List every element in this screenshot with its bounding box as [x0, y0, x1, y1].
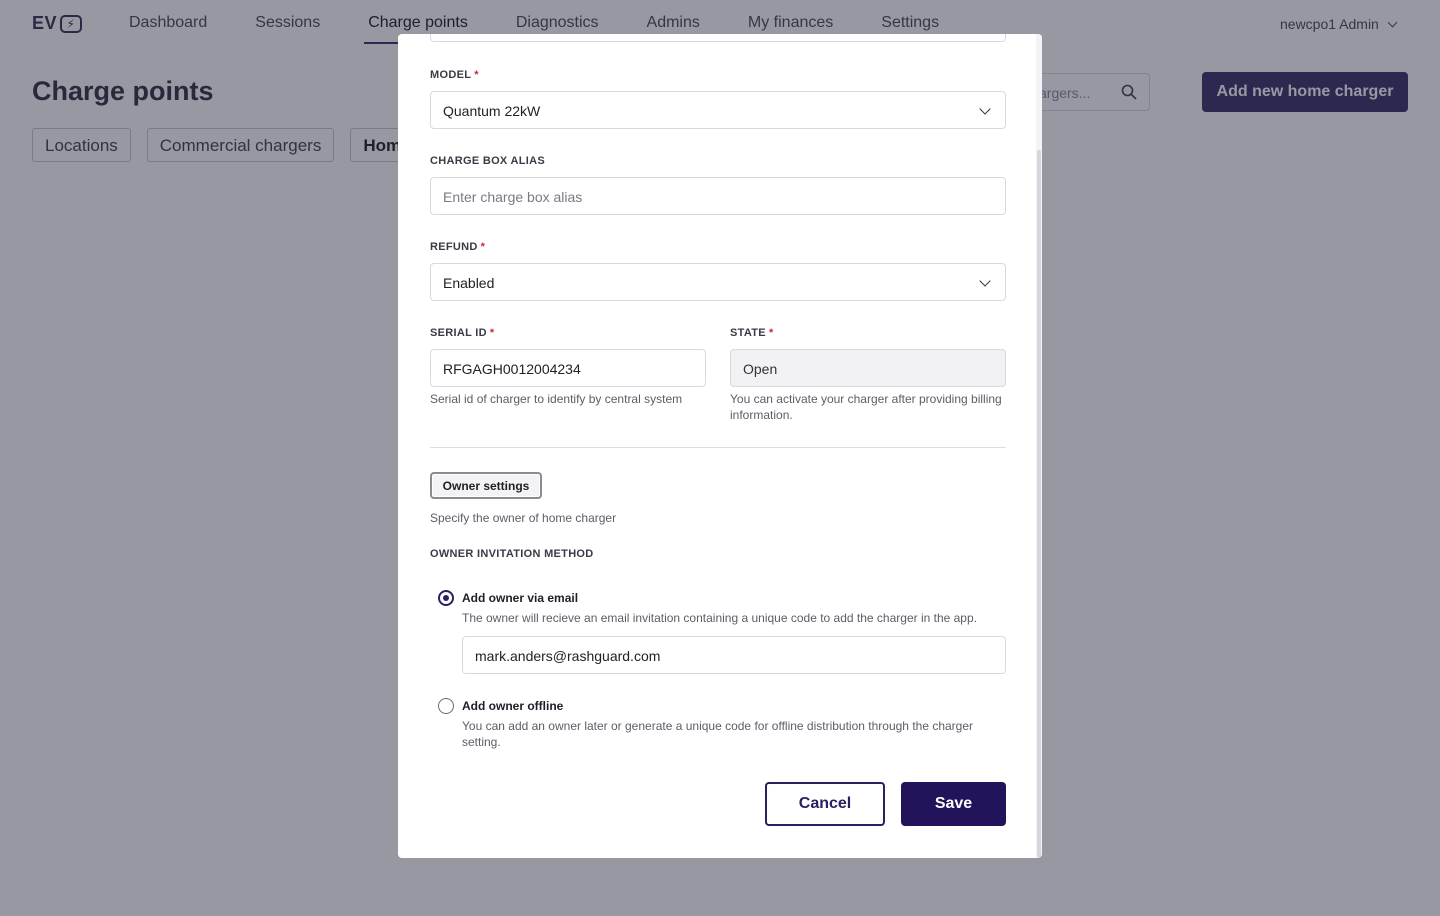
radio-add-owner-offline[interactable]: [438, 698, 454, 714]
modal-scrollbar[interactable]: [1036, 34, 1042, 858]
add-owner-offline-help: You can add an owner later or generate a…: [462, 719, 974, 749]
cancel-button[interactable]: Cancel: [765, 782, 885, 826]
edit-home-charger-modal: MODEL * Quantum 22kW CHARGE BOX ALIAS Ent…: [398, 34, 1042, 858]
refund-select[interactable]: Enabled: [430, 263, 1006, 301]
charge-box-alias-label: CHARGE BOX ALIAS: [430, 155, 546, 167]
radio-add-owner-via-email[interactable]: [438, 590, 454, 606]
serial-id-help: Serial id of charger to identify by cent…: [430, 392, 683, 406]
state-value: Open: [743, 361, 778, 377]
refund-value: Enabled: [443, 275, 495, 291]
add-owner-via-email-label[interactable]: Add owner via email: [462, 591, 578, 605]
chevron-down-icon: [979, 103, 991, 115]
serial-id-value: RFGAGH0012004234: [443, 361, 581, 377]
modal-scrollbar-thumb[interactable]: [1037, 150, 1041, 858]
state-label: STATE *: [730, 327, 774, 339]
owner-email-input[interactable]: mark.anders@rashguard.com: [462, 636, 1006, 674]
model-select[interactable]: Quantum 22kW: [430, 91, 1006, 129]
divider: [430, 447, 1006, 448]
state-help: You can activate your charger after prov…: [730, 392, 1002, 422]
charge-box-alias-placeholder: Enter charge box alias: [443, 189, 583, 205]
chevron-down-icon: [979, 275, 991, 287]
owner-settings-help: Specify the owner of home charger: [430, 511, 617, 525]
owner-invitation-method-label: OWNER INVITATION METHOD: [430, 548, 594, 560]
refund-label: REFUND *: [430, 241, 486, 253]
model-value: Quantum 22kW: [443, 103, 541, 119]
cut-off-field[interactable]: [430, 34, 1006, 42]
add-owner-offline-label[interactable]: Add owner offline: [462, 699, 563, 713]
add-owner-via-email-help: The owner will recieve an email invitati…: [462, 611, 977, 625]
serial-id-input[interactable]: RFGAGH0012004234: [430, 349, 706, 387]
owner-email-value: mark.anders@rashguard.com: [475, 648, 661, 664]
model-label: MODEL *: [430, 69, 479, 81]
charge-box-alias-input[interactable]: Enter charge box alias: [430, 177, 1006, 215]
serial-id-label: SERIAL ID *: [430, 327, 495, 339]
owner-settings-button[interactable]: Owner settings: [430, 472, 542, 499]
save-button[interactable]: Save: [901, 782, 1006, 826]
state-input: Open: [730, 349, 1006, 387]
